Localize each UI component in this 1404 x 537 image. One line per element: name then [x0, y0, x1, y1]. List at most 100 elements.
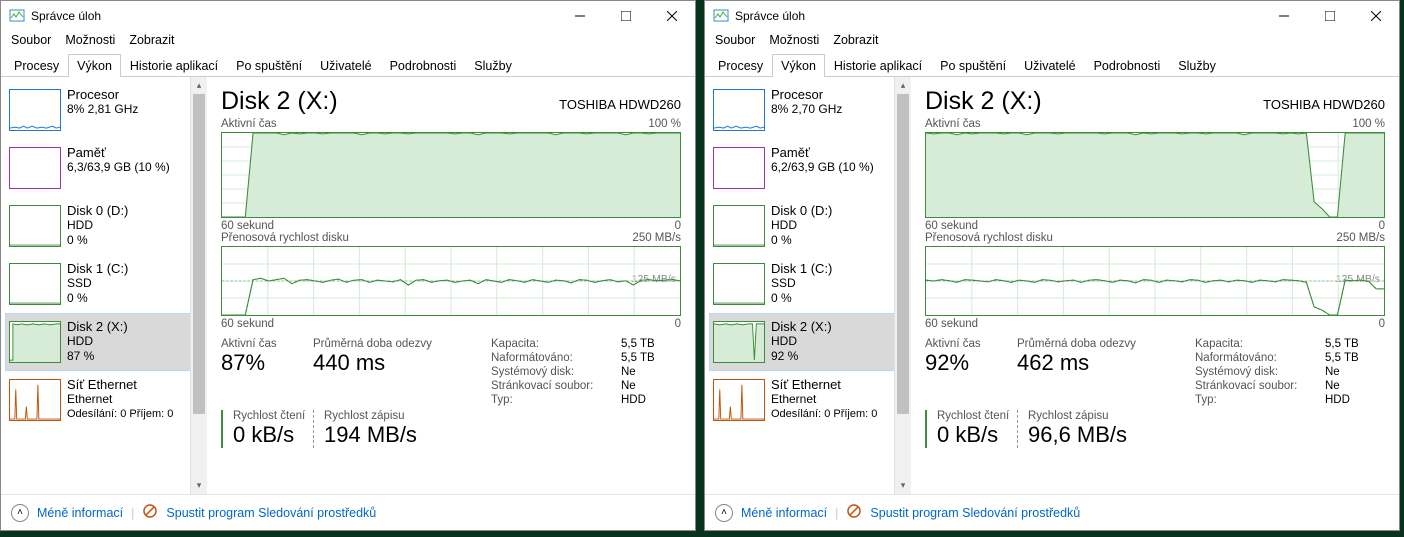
scroll-thumb[interactable]	[193, 94, 205, 414]
tab-po-spuštění[interactable]: Po spuštění	[227, 54, 311, 77]
tab-služby[interactable]: Služby	[1169, 54, 1225, 77]
chart-axis-0: 0	[1379, 220, 1385, 232]
scroll-up-button[interactable]: ▴	[191, 77, 207, 94]
tab-historie-aplikací[interactable]: Historie aplikací	[121, 54, 227, 77]
detail-value: Ne	[621, 380, 681, 392]
sidebar-item-title: Disk 1 (C:)	[771, 261, 832, 276]
stat-active-value: 87%	[221, 350, 313, 376]
stat-resp-value: 440 ms	[313, 350, 453, 376]
sidebar-item-disk-0-d-[interactable]: Disk 0 (D:) HDD 0 %	[5, 197, 193, 255]
fewer-details-link[interactable]: Méně informací	[37, 506, 123, 520]
resmon-link[interactable]: Spustit program Sledování prostředků	[166, 506, 376, 520]
detail-value: 5,5 TB	[621, 352, 681, 364]
sidebar-item-title: Disk 0 (D:)	[771, 203, 832, 218]
tab-služby[interactable]: Služby	[465, 54, 521, 77]
sidebar-item-line3: Odesílání: 0 Příjem: 0	[67, 407, 173, 422]
sidebar-thumb	[713, 379, 765, 421]
footer: ˄ Méně informací | Spustit program Sledo…	[1, 494, 695, 530]
sidebar-thumb	[713, 205, 765, 247]
fewer-details-icon[interactable]: ˄	[11, 504, 29, 522]
sidebar-item-line3: 0 %	[771, 233, 832, 248]
menu-soubor[interactable]: Soubor	[715, 33, 755, 47]
detail-value: HDD	[1325, 394, 1385, 406]
chart-active-time[interactable]	[925, 132, 1385, 218]
chart2-max: 250 MB/s	[632, 232, 681, 244]
fewer-details-link[interactable]: Méně informací	[741, 506, 827, 520]
tab-uživatelé[interactable]: Uživatelé	[1015, 54, 1084, 77]
page-title: Disk 2 (X:)	[221, 87, 338, 116]
sidebar-item-pam-[interactable]: Paměť 6,3/63,9 GB (10 %)	[5, 139, 193, 197]
scroll-down-button[interactable]: ▾	[895, 477, 911, 494]
sidebar-item-disk-1-c-[interactable]: Disk 1 (C:) SSD 0 %	[5, 255, 193, 313]
sidebar-scrollbar[interactable]: ▴ ▾	[894, 77, 911, 494]
tab-podrobnosti[interactable]: Podrobnosti	[1085, 54, 1170, 77]
chart-active-time[interactable]	[221, 132, 681, 218]
sidebar-item-title: Síť Ethernet	[67, 377, 173, 392]
sidebar-item-line2: HDD	[771, 218, 832, 233]
sidebar-item-line2: HDD	[67, 218, 128, 233]
menu-zobrazit[interactable]: Zobrazit	[129, 33, 174, 47]
tab-historie-aplikací[interactable]: Historie aplikací	[825, 54, 931, 77]
chart-transfer-rate[interactable]: 125 MB/s	[925, 246, 1385, 316]
minimize-button[interactable]	[557, 1, 603, 31]
sidebar-item-procesor[interactable]: Procesor 8% 2,81 GHz	[5, 81, 193, 139]
scroll-down-button[interactable]: ▾	[191, 477, 207, 494]
detail-value: HDD	[621, 394, 681, 406]
stat-write-label: Rychlost zápisu	[324, 410, 453, 422]
stat-write-value: 194 MB/s	[324, 422, 453, 448]
resmon-link[interactable]: Spustit program Sledování prostředků	[870, 506, 1080, 520]
window-title: Správce úloh	[31, 9, 101, 23]
detail-label: Typ:	[1195, 394, 1325, 406]
chart-axis-0: 0	[675, 220, 681, 232]
chart-axis-60: 60 sekund	[925, 220, 978, 232]
sidebar-item-title: Procesor	[771, 87, 842, 102]
menu-soubor[interactable]: Soubor	[11, 33, 51, 47]
sidebar-item-procesor[interactable]: Procesor 8% 2,70 GHz	[709, 81, 897, 139]
maximize-button[interactable]	[1307, 1, 1353, 31]
menu-zobrazit[interactable]: Zobrazit	[833, 33, 878, 47]
chart-axis-60-b: 60 sekund	[221, 318, 274, 330]
close-button[interactable]	[1353, 1, 1399, 31]
sidebar-item-s-ethernet[interactable]: Síť Ethernet Ethernet Odesílání: 0 Příje…	[5, 371, 193, 429]
detail-label: Systémový disk:	[1195, 366, 1325, 378]
sidebar-item-line3: 0 %	[67, 291, 128, 306]
task-manager-window: Správce úloh Soubor Možnosti Zobrazit Proc…	[0, 0, 696, 531]
sidebar-thumb	[9, 147, 61, 189]
tab-podrobnosti[interactable]: Podrobnosti	[381, 54, 466, 77]
minimize-button[interactable]	[1261, 1, 1307, 31]
maximize-button[interactable]	[603, 1, 649, 31]
titlebar[interactable]: Správce úloh	[705, 1, 1399, 31]
stat-active-label: Aktivní čas	[221, 338, 313, 350]
menu-možnosti[interactable]: Možnosti	[65, 33, 115, 47]
tab-po-spuštění[interactable]: Po spuštění	[931, 54, 1015, 77]
fewer-details-icon[interactable]: ˄	[715, 504, 733, 522]
tab-výkon[interactable]: Výkon	[68, 54, 121, 77]
sidebar-thumb	[9, 205, 61, 247]
sidebar-item-disk-0-d-[interactable]: Disk 0 (D:) HDD 0 %	[709, 197, 897, 255]
tab-procesy[interactable]: Procesy	[5, 54, 68, 77]
sidebar-item-pam-[interactable]: Paměť 6,2/63,9 GB (10 %)	[709, 139, 897, 197]
sidebar-item-title: Disk 1 (C:)	[67, 261, 128, 276]
resmon-icon	[846, 503, 862, 522]
tab-uživatelé[interactable]: Uživatelé	[311, 54, 380, 77]
scroll-up-button[interactable]: ▴	[895, 77, 911, 94]
sidebar-item-disk-2-x-[interactable]: Disk 2 (X:) HDD 87 %	[5, 313, 193, 371]
chart-transfer-rate[interactable]: 125 MB/s	[221, 246, 681, 316]
tab-procesy[interactable]: Procesy	[709, 54, 772, 77]
sidebar-item-disk-1-c-[interactable]: Disk 1 (C:) SSD 0 %	[709, 255, 897, 313]
detail-label: Naformátováno:	[1195, 352, 1325, 364]
sidebar-item-title: Procesor	[67, 87, 138, 102]
close-button[interactable]	[649, 1, 695, 31]
menu-možnosti[interactable]: Možnosti	[769, 33, 819, 47]
page-title: Disk 2 (X:)	[925, 87, 1042, 116]
sidebar-item-disk-2-x-[interactable]: Disk 2 (X:) HDD 92 %	[709, 313, 897, 371]
tab-výkon[interactable]: Výkon	[772, 54, 825, 77]
sidebar-scrollbar[interactable]: ▴ ▾	[190, 77, 207, 494]
sidebar-item-s-ethernet[interactable]: Síť Ethernet Ethernet Odesílání: 0 Příje…	[709, 371, 897, 429]
scroll-thumb[interactable]	[897, 94, 909, 414]
sidebar-thumb	[9, 379, 61, 421]
titlebar[interactable]: Správce úloh	[1, 1, 695, 31]
detail-value: Ne	[1325, 380, 1385, 392]
chart2-max: 250 MB/s	[1336, 232, 1385, 244]
stat-active-label: Aktivní čas	[925, 338, 1017, 350]
